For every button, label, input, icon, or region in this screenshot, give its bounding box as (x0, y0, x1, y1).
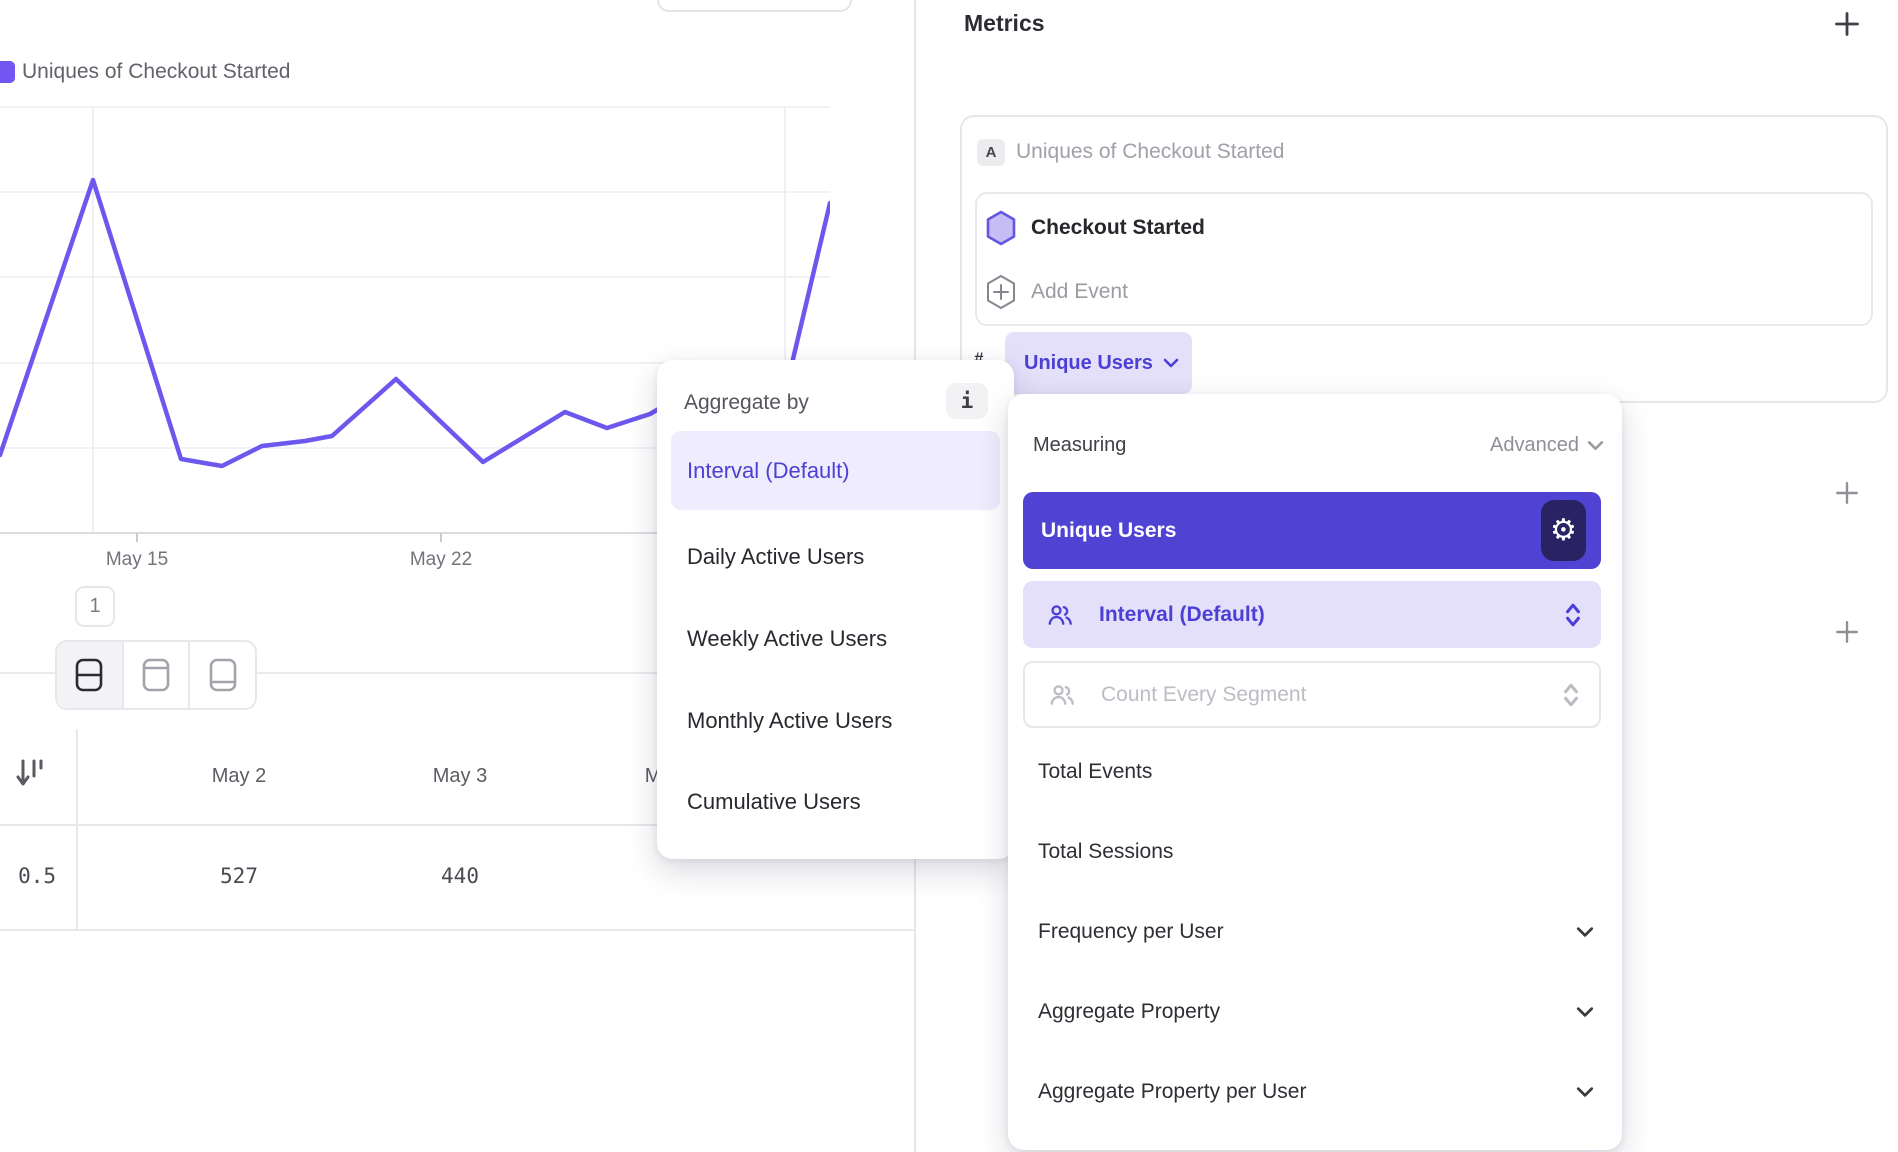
measuring-option-aggregate-property-per-user[interactable]: Aggregate Property per User (1038, 1078, 1598, 1106)
analytics-app: Uniques of Checkout Started May 15 May 2… (0, 0, 1898, 1152)
users-icon (1045, 601, 1075, 629)
table-bottom-view-button[interactable] (188, 642, 255, 708)
table-cell: 527 (169, 864, 309, 888)
split-view-icon (74, 657, 104, 693)
event-row[interactable]: Checkout Started (985, 209, 1205, 247)
metric-letter-badge: A (977, 139, 1005, 166)
measuring-option-total-events[interactable]: Total Events (1038, 758, 1598, 786)
metric-title[interactable]: Uniques of Checkout Started (1016, 140, 1285, 164)
table-column-header[interactable]: May 2 (169, 765, 309, 788)
sort-descending-icon[interactable] (14, 756, 44, 790)
legend-label[interactable]: Uniques of Checkout Started (22, 61, 291, 83)
option-label: Aggregate Property per User (1038, 1078, 1306, 1106)
measure-chip[interactable]: Unique Users (1005, 332, 1192, 394)
event-name: Checkout Started (1031, 216, 1205, 240)
option-label: Total Sessions (1038, 838, 1173, 866)
users-icon (1047, 681, 1077, 709)
measuring-option-frequency-per-user[interactable]: Frequency per User (1038, 918, 1598, 946)
aggregate-option-label: Interval (Default) (687, 458, 850, 484)
top-toolbar-button[interactable] (657, 0, 852, 12)
event-hexagon-icon (985, 209, 1017, 247)
event-card: Checkout Started Add Event (975, 192, 1873, 326)
advanced-toggle[interactable]: Advanced (1490, 434, 1604, 457)
add-event-row[interactable]: Add Event (985, 273, 1128, 311)
add-metric-button[interactable] (1833, 10, 1861, 38)
metrics-panel-title: Metrics (964, 10, 1045, 37)
aggregate-by-title: Aggregate by (684, 391, 809, 415)
chart-top-view-button[interactable] (122, 642, 189, 708)
aggregate-option[interactable]: Cumulative Users (687, 788, 861, 816)
advanced-label: Advanced (1490, 434, 1579, 457)
option-label: Frequency per User (1038, 918, 1224, 946)
unique-users-label: Unique Users (1041, 519, 1176, 543)
chevron-down-icon (1163, 358, 1179, 368)
chart-top-view-icon (141, 657, 171, 693)
aggregate-option[interactable]: Weekly Active Users (687, 625, 887, 653)
count-every-segment-dropdown[interactable]: Count Every Segment (1023, 661, 1601, 728)
measuring-popup: Measuring Advanced Unique Users ⚙ Int (1008, 394, 1622, 1150)
interval-dropdown[interactable]: Interval (Default) (1023, 581, 1601, 648)
x-tick-label: May 15 (95, 549, 179, 571)
measuring-option-total-sessions[interactable]: Total Sessions (1038, 838, 1598, 866)
add-event-label: Add Event (1031, 280, 1128, 304)
chevron-down-icon (1576, 1086, 1594, 1098)
aggregate-option[interactable]: Monthly Active Users (687, 707, 892, 735)
measuring-title: Measuring (1033, 434, 1126, 457)
unique-users-selected-button[interactable]: Unique Users ⚙ (1023, 492, 1601, 569)
aggregate-by-popup: Aggregate by i Interval (Default) Daily … (657, 360, 1014, 859)
table-bottom-view-icon (208, 657, 238, 693)
count-every-segment-label: Count Every Segment (1101, 683, 1306, 707)
chevron-up-down-icon (1563, 683, 1579, 707)
table-row-divider (0, 929, 914, 931)
table-column-divider (76, 729, 78, 930)
chevron-down-icon (1576, 1006, 1594, 1018)
table-cell: 440 (390, 864, 530, 888)
add-section-button[interactable] (1834, 619, 1860, 645)
table-row-label: 0.5 (0, 864, 56, 888)
aggregate-option[interactable]: Daily Active Users (687, 543, 864, 571)
metric-card: A Uniques of Checkout Started Checkout S… (960, 115, 1888, 403)
info-icon[interactable]: i (946, 383, 988, 419)
split-view-button[interactable] (57, 642, 122, 708)
option-label: Total Events (1038, 758, 1152, 786)
measure-settings-button[interactable]: ⚙ (1541, 500, 1586, 561)
add-section-button[interactable] (1834, 480, 1860, 506)
option-label: Aggregate Property (1038, 998, 1220, 1026)
aggregate-option-selected[interactable]: Interval (Default) (671, 431, 1000, 510)
chevron-up-down-icon (1565, 603, 1581, 627)
x-tick-label: May 22 (399, 549, 483, 571)
layout-toggle-group (55, 640, 257, 710)
gear-icon: ⚙ (1550, 516, 1577, 546)
legend-swatch (0, 61, 15, 83)
measure-chip-label: Unique Users (1024, 352, 1153, 375)
add-event-icon (985, 273, 1017, 311)
interval-dropdown-label: Interval (Default) (1099, 603, 1265, 627)
page-number-badge[interactable]: 1 (75, 586, 115, 627)
chevron-down-icon (1576, 926, 1594, 938)
table-column-header[interactable]: May 3 (390, 765, 530, 788)
measuring-option-aggregate-property[interactable]: Aggregate Property (1038, 998, 1598, 1026)
chevron-down-icon (1587, 440, 1604, 451)
